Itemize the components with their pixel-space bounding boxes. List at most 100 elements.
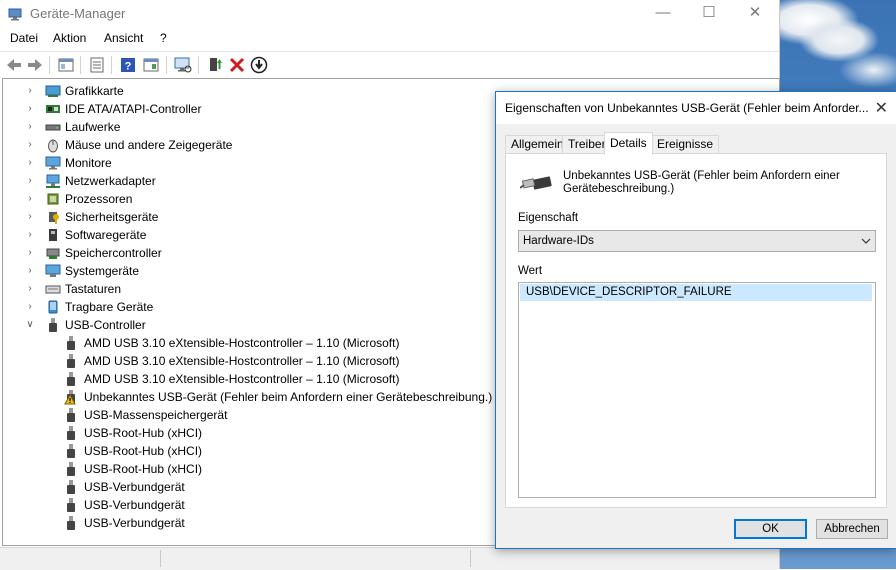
property-dropdown[interactable]: Hardware-IDs — [518, 230, 876, 252]
collapsed-chevron-icon[interactable]: › — [23, 208, 37, 226]
mouse-icon — [48, 139, 58, 153]
tree-device-label: Unbekanntes USB-Gerät (Fehler beim Anfor… — [84, 390, 493, 404]
properties-dialog: Eigenschaften von Unbekanntes USB-Gerät … — [495, 91, 896, 549]
value-label: Wert — [518, 265, 543, 277]
device-manager-icon — [8, 8, 22, 21]
display-adapter-icon — [45, 85, 61, 97]
menu-file[interactable]: Datei — [10, 31, 38, 45]
show-hide-console-tree-icon[interactable] — [56, 55, 76, 75]
menu-view[interactable]: Ansicht — [104, 31, 143, 45]
dialog-close-icon[interactable]: ✕ — [875, 98, 888, 118]
monitor-icon — [45, 156, 61, 170]
tree-category-label: Systemgeräte — [65, 264, 140, 278]
collapsed-chevron-icon[interactable]: › — [23, 82, 37, 100]
tab-events[interactable]: Ereignisse — [651, 135, 720, 154]
tab-general[interactable]: Allgemein — [505, 135, 570, 154]
expanded-chevron-icon[interactable]: ∨ — [23, 316, 37, 334]
usb-warning-icon — [64, 390, 76, 405]
tree-category-label: Netzwerkadapter — [65, 174, 156, 188]
collapsed-chevron-icon[interactable]: › — [23, 262, 37, 280]
tree-device-label: AMD USB 3.10 eXtensible-Hostcontroller –… — [84, 372, 400, 386]
property-selected-value: Hardware-IDs — [523, 235, 594, 247]
usb-controller-icon — [49, 318, 57, 332]
device-name: Unbekanntes USB-Gerät (Fehler beim Anfor… — [563, 170, 840, 195]
security-device-icon — [49, 212, 59, 224]
back-arrow-icon[interactable] — [4, 55, 24, 75]
properties-icon[interactable] — [87, 55, 107, 75]
tree-category-label: Grafikkarte — [65, 84, 124, 98]
chevron-down-icon — [861, 238, 871, 244]
tree-device-label: USB-Root-Hub (xHCI) — [84, 462, 203, 476]
value-item-text: USB\DEVICE_DESCRIPTOR_FAILURE — [526, 286, 732, 298]
tree-device-label: USB-Verbundgerät — [84, 498, 185, 512]
portable-device-icon — [48, 300, 58, 314]
collapsed-chevron-icon[interactable]: › — [23, 244, 37, 262]
ok-button[interactable]: OK — [734, 519, 807, 539]
usb-device-icon — [67, 444, 75, 458]
collapsed-chevron-icon[interactable]: › — [23, 154, 37, 172]
collapsed-chevron-icon[interactable]: › — [23, 298, 37, 316]
collapsed-chevron-icon[interactable]: › — [23, 118, 37, 136]
processor-icon — [47, 193, 59, 205]
usb-device-icon — [67, 336, 75, 350]
disk-drive-icon — [45, 124, 61, 131]
cancel-button[interactable]: Abbrechen — [816, 519, 888, 539]
title-bar: Geräte-Manager — ☐ ✕ — [0, 0, 779, 28]
usb-device-icon — [67, 498, 75, 512]
toolbar: ? — [0, 51, 779, 78]
storage-controller-icon — [46, 248, 60, 259]
usb-device-icon — [67, 462, 75, 476]
software-device-icon — [49, 229, 57, 241]
tree-category-label: Prozessoren — [65, 192, 133, 206]
action-pane-icon[interactable] — [141, 55, 161, 75]
scan-hardware-icon[interactable] — [173, 55, 193, 75]
window-title: Geräte-Manager — [30, 6, 126, 21]
maximize-button[interactable]: ☐ — [686, 0, 732, 28]
help-icon[interactable]: ? — [118, 55, 138, 75]
update-driver-icon[interactable] — [205, 55, 225, 75]
forward-arrow-icon[interactable] — [25, 55, 45, 75]
tree-category-label: Tastaturen — [65, 282, 122, 296]
value-listbox[interactable]: USB\DEVICE_DESCRIPTOR_FAILURE — [518, 282, 876, 498]
usb-device-icon — [520, 176, 552, 190]
keyboard-icon — [45, 285, 61, 294]
collapsed-chevron-icon[interactable]: › — [23, 226, 37, 244]
uninstall-device-icon[interactable] — [227, 55, 247, 75]
tree-category-label: Softwaregeräte — [65, 228, 147, 242]
tree-device-label: USB-Root-Hub (xHCI) — [84, 444, 203, 458]
tree-category-label: Mäuse und andere Zeigegeräte — [65, 138, 233, 152]
tree-device-label: USB-Verbundgerät — [84, 480, 185, 494]
collapsed-chevron-icon[interactable]: › — [23, 100, 37, 118]
menu-action[interactable]: Aktion — [53, 31, 86, 45]
tree-category-label: Sicherheitsgeräte — [65, 210, 159, 224]
disable-device-icon[interactable] — [249, 55, 269, 75]
tree-device-label: USB-Massenspeichergerät — [84, 408, 228, 422]
close-button[interactable]: ✕ — [732, 0, 778, 28]
tree-device-label: AMD USB 3.10 eXtensible-Hostcontroller –… — [84, 336, 400, 350]
collapsed-chevron-icon[interactable]: › — [23, 280, 37, 298]
dialog-title: Eigenschaften von Unbekanntes USB-Gerät … — [505, 101, 869, 115]
network-adapter-icon — [46, 174, 60, 188]
menu-bar: Datei Aktion Ansicht ? — [0, 29, 779, 49]
usb-device-icon — [67, 426, 75, 440]
value-item[interactable]: USB\DEVICE_DESCRIPTOR_FAILURE — [520, 284, 872, 301]
menu-help[interactable]: ? — [160, 31, 167, 45]
collapsed-chevron-icon[interactable]: › — [23, 136, 37, 154]
tree-category-label: Speichercontroller — [65, 246, 162, 260]
tree-category-label: Monitore — [65, 156, 112, 170]
status-bar — [0, 547, 779, 570]
collapsed-chevron-icon[interactable]: › — [23, 172, 37, 190]
ide-controller-icon — [46, 105, 60, 113]
tab-details[interactable]: Details — [604, 132, 653, 155]
collapsed-chevron-icon[interactable]: › — [23, 190, 37, 208]
tree-device-label: USB-Root-Hub (xHCI) — [84, 426, 203, 440]
tree-device-label: USB-Verbundgerät — [84, 516, 185, 530]
usb-device-icon — [67, 372, 75, 386]
minimize-button[interactable]: — — [640, 0, 686, 28]
dialog-title-bar: Eigenschaften von Unbekanntes USB-Gerät … — [496, 92, 896, 124]
details-panel: Unbekanntes USB-Gerät (Fehler beim Anfor… — [505, 153, 887, 508]
property-label: Eigenschaft — [518, 212, 579, 224]
tree-category-label: USB-Controller — [65, 318, 146, 332]
usb-device-icon — [67, 354, 75, 368]
tree-device-label: AMD USB 3.10 eXtensible-Hostcontroller –… — [84, 354, 400, 368]
